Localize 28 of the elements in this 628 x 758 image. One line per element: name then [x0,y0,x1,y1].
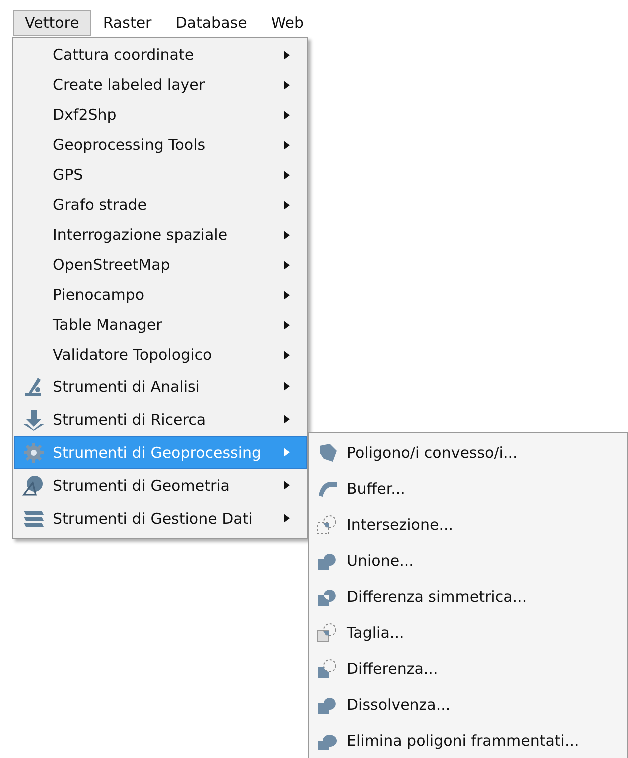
menu-item[interactable]: Pienocampo [14,280,307,310]
menu-item[interactable]: Create labeled layer [14,70,307,100]
menu-item[interactable]: GPS [14,160,307,190]
menu-item[interactable]: Geoprocessing Tools [14,130,307,160]
menu-bar-item[interactable]: Raster [91,10,164,36]
menu-item[interactable]: Grafo strade [14,190,307,220]
menu-item[interactable]: Strumenti di Analisi [14,370,307,403]
menu-item[interactable]: Strumenti di Gestione Dati [14,502,307,535]
menu-bar-item[interactable]: Web [259,10,316,36]
menu-item[interactable]: Cattura coordinate [14,40,307,70]
menu-item[interactable]: Differenza... [309,651,627,687]
menu-item[interactable]: Table Manager [14,310,307,340]
menu-item[interactable]: Intersezione... [309,507,627,543]
menu-item[interactable]: Validatore Topologico [14,340,307,370]
menu-item[interactable]: Dissolvenza... [309,687,627,723]
menu-item[interactable]: Poligono/i convesso/i... [309,435,627,471]
menu-item[interactable]: Interrogazione spaziale [14,220,307,250]
menu-item[interactable]: OpenStreetMap [14,250,307,280]
menu-item[interactable]: Unione... [309,543,627,579]
menu-bar-item[interactable]: Vettore [13,10,92,36]
menu-item[interactable]: Buffer... [309,471,627,507]
menu-bar-item[interactable]: Database [164,10,260,36]
menu-item[interactable]: Strumenti di Geometria [14,469,307,502]
menu-item[interactable]: Strumenti di Ricerca [14,403,307,436]
menu-item[interactable]: Dxf2Shp [14,100,307,130]
menu-item[interactable]: Taglia... [309,615,627,651]
menu-item[interactable]: Elimina poligoni frammentati... [309,723,627,758]
menu-item[interactable]: Differenza simmetrica... [309,579,627,615]
